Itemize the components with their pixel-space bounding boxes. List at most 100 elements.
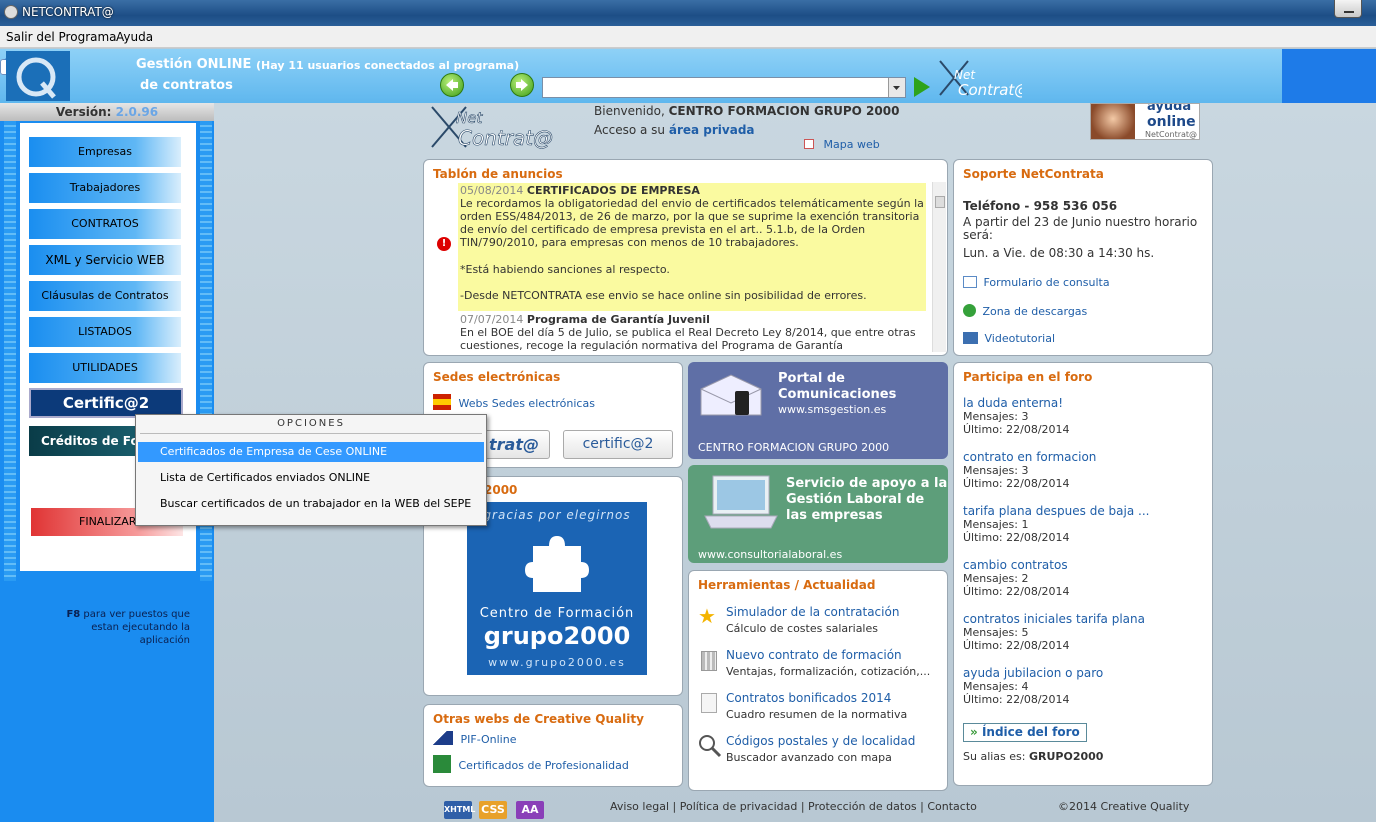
back-button[interactable] — [440, 73, 464, 97]
sedes-title: Sedes electrónicas — [433, 370, 561, 384]
servicio-panel[interactable]: Servicio de apoyo a la Gestión Laboral d… — [688, 465, 948, 563]
foro-topic-ultimo: Último: 22/08/2014 — [963, 585, 1070, 598]
star-icon: ★ — [698, 604, 716, 628]
sidebar-item-empresas[interactable]: Empresas — [29, 137, 181, 167]
soporte-title: Soporte NetContrata — [963, 167, 1104, 181]
herramienta-4-link[interactable]: Códigos postales y de localidad — [726, 734, 915, 748]
spain-shield-icon — [433, 394, 451, 410]
foro-topic-link[interactable]: cambio contratos — [963, 558, 1203, 572]
menu-item-lista-certificados[interactable]: Lista de Certificados enviados ONLINE — [138, 468, 484, 488]
videotutorial-link[interactable]: Videotutorial — [985, 332, 1056, 345]
f8-key: F8 — [66, 609, 81, 620]
sidebar-item-xml[interactable]: XML y Servicio WEB — [29, 245, 181, 275]
otras-webs-panel: Otras webs de Creative Quality PIF-Onlin… — [423, 704, 683, 787]
foro-topic-mensajes: Mensajes: 4 — [963, 680, 1029, 693]
access-prefix: Acceso a su — [594, 123, 666, 137]
herramienta-1-link[interactable]: Simulador de la contratación — [726, 605, 899, 619]
context-menu-header: OPCIONES — [277, 418, 345, 429]
herramienta-3-link[interactable]: Contratos bonificados 2014 — [726, 691, 891, 705]
portal-panel[interactable]: Portal de Comunicaciones www.smsgestion.… — [688, 362, 948, 459]
pif-link[interactable]: PIF-Online — [461, 733, 517, 746]
menu-salir[interactable]: Salir del Programa — [6, 30, 117, 44]
videotutorial-row[interactable]: Videotutorial — [963, 332, 1055, 345]
foro-topic-link[interactable]: la duda enterna! — [963, 396, 1203, 410]
alias-row: Su alias es: GRUPO2000 — [963, 750, 1103, 763]
foro-topic: ayuda jubilacion o paro Mensajes: 4 Último… — [963, 666, 1203, 706]
cert-prof-row[interactable]: Certificados de Profesionalidad — [433, 755, 629, 773]
foro-topic: cambio contratos Mensajes: 2 Último: 22/08… — [963, 558, 1203, 598]
arrow-right-icon — [516, 79, 528, 91]
sidebar-item-clausulas[interactable]: Cláusulas de Contratos — [29, 281, 181, 311]
descargas-link[interactable]: Zona de descargas — [983, 305, 1088, 318]
indice-foro-button[interactable]: » Índice del foro — [963, 723, 1087, 742]
anuncio-note2: -Desde NETCONTRATA ese envio se hace onl… — [460, 289, 867, 302]
title-bar: NETCONTRAT@ — [0, 0, 1376, 26]
formulario-row[interactable]: Formulario de consulta — [963, 276, 1110, 289]
foro-topic: contratos iniciales tarifa plana Mensajes… — [963, 612, 1203, 652]
portal-title1: Portal de — [778, 371, 845, 386]
menu-ayuda[interactable]: Ayuda — [116, 30, 153, 44]
arrow-left-icon — [446, 79, 458, 91]
mapa-web-link[interactable]: Mapa web — [824, 138, 880, 151]
herramienta-1-sub: Cálculo de costes salariales — [726, 622, 878, 635]
foro-topic-link[interactable]: tarifa plana despues de baja ... — [963, 504, 1203, 518]
anuncio2-body: En el BOE del día 5 de Julio, se publica… — [460, 326, 916, 352]
herramientas-panel: Herramientas / Actualidad ★ Simulador de… — [688, 570, 948, 791]
support-avatar — [1091, 104, 1135, 139]
menu-item-buscar-certificados[interactable]: Buscar certificados de un trabajador en … — [138, 494, 484, 514]
grupo-gracias: gracias por elegirnos — [483, 508, 631, 522]
css-badge: CSS — [479, 801, 507, 819]
netcontrata-logo-icon: Net Contrat@ — [939, 60, 1022, 99]
descargas-row[interactable]: Zona de descargas — [963, 304, 1087, 318]
sidebar-item-listados[interactable]: LISTADOS — [29, 317, 181, 347]
svg-text:Contrat@: Contrat@ — [458, 126, 553, 149]
alert-icon: ! — [437, 237, 451, 251]
f8-text: para ver puestos que estan ejecutando la… — [83, 609, 190, 646]
foro-topic-link[interactable]: contrato en formacion — [963, 450, 1203, 464]
ad-line2: online — [1147, 114, 1196, 130]
forward-button[interactable] — [510, 73, 534, 97]
version-label: Versión: — [55, 105, 112, 119]
aviso-legal-link[interactable]: Aviso legal — [610, 800, 669, 813]
pif-icon — [433, 731, 453, 745]
certifica2-sede-button[interactable]: certific@2 — [563, 430, 673, 459]
sedes-link-row[interactable]: Webs Sedes electrónicas — [433, 394, 595, 410]
cert-prof-icon — [433, 755, 451, 773]
foro-topic-ultimo: Último: 22/08/2014 — [963, 693, 1070, 706]
herramienta-3-sub: Cuadro resumen de la normativa — [726, 708, 908, 721]
proteccion-datos-link[interactable]: Protección de datos — [808, 800, 917, 813]
sedes-link[interactable]: Webs Sedes electrónicas — [459, 397, 595, 410]
anuncios-scrollbar[interactable] — [932, 182, 946, 352]
form-icon — [963, 276, 977, 288]
pif-row[interactable]: PIF-Online — [433, 731, 516, 746]
scroll-thumb[interactable] — [935, 196, 945, 208]
svg-text:Net: Net — [456, 109, 483, 127]
address-combobox[interactable] — [542, 77, 906, 98]
grupo2000-title: 2000 — [484, 483, 518, 497]
cert-prof-link[interactable]: Certificados de Profesionalidad — [459, 759, 629, 772]
foro-topic-link[interactable]: contratos iniciales tarifa plana — [963, 612, 1203, 626]
document-icon — [701, 693, 717, 713]
sidebar-item-utilidades[interactable]: UTILIDADES — [29, 353, 181, 383]
privacidad-link[interactable]: Política de privacidad — [680, 800, 798, 813]
menu-item-certificados-cese[interactable]: Certificados de Empresa de Cese ONLINE — [138, 442, 484, 462]
sidebar-item-trabajadores[interactable]: Trabajadores — [29, 173, 181, 203]
chevron-down-icon[interactable] — [888, 78, 905, 97]
minimize-button[interactable] — [1334, 0, 1362, 18]
contacto-link[interactable]: Contacto — [927, 800, 977, 813]
app-icon — [4, 5, 18, 19]
anuncio2-title: Programa de Garantía Juvenil — [526, 313, 710, 326]
grupo2000-banner[interactable]: gracias por elegirnos Centro de Formació… — [467, 502, 647, 675]
herramienta-2-link[interactable]: Nuevo contrato de formación — [726, 648, 902, 662]
foro-topic-mensajes: Mensajes: 2 — [963, 572, 1029, 585]
ayuda-online-ad[interactable]: ayuda online NetContrat@ — [1090, 103, 1200, 140]
video-icon — [963, 332, 978, 344]
window-title: NETCONTRAT@ — [22, 5, 114, 19]
ad-line3: NetContrat@ — [1145, 130, 1198, 139]
opciones-context-menu: OPCIONES Certificados de Empresa de Cese… — [135, 414, 487, 526]
sidebar-item-contratos[interactable]: CONTRATOS — [29, 209, 181, 239]
go-button[interactable] — [914, 77, 930, 97]
formulario-link[interactable]: Formulario de consulta — [984, 276, 1110, 289]
foro-topic-link[interactable]: ayuda jubilacion o paro — [963, 666, 1203, 680]
area-privada-link[interactable]: área privada — [669, 123, 755, 137]
